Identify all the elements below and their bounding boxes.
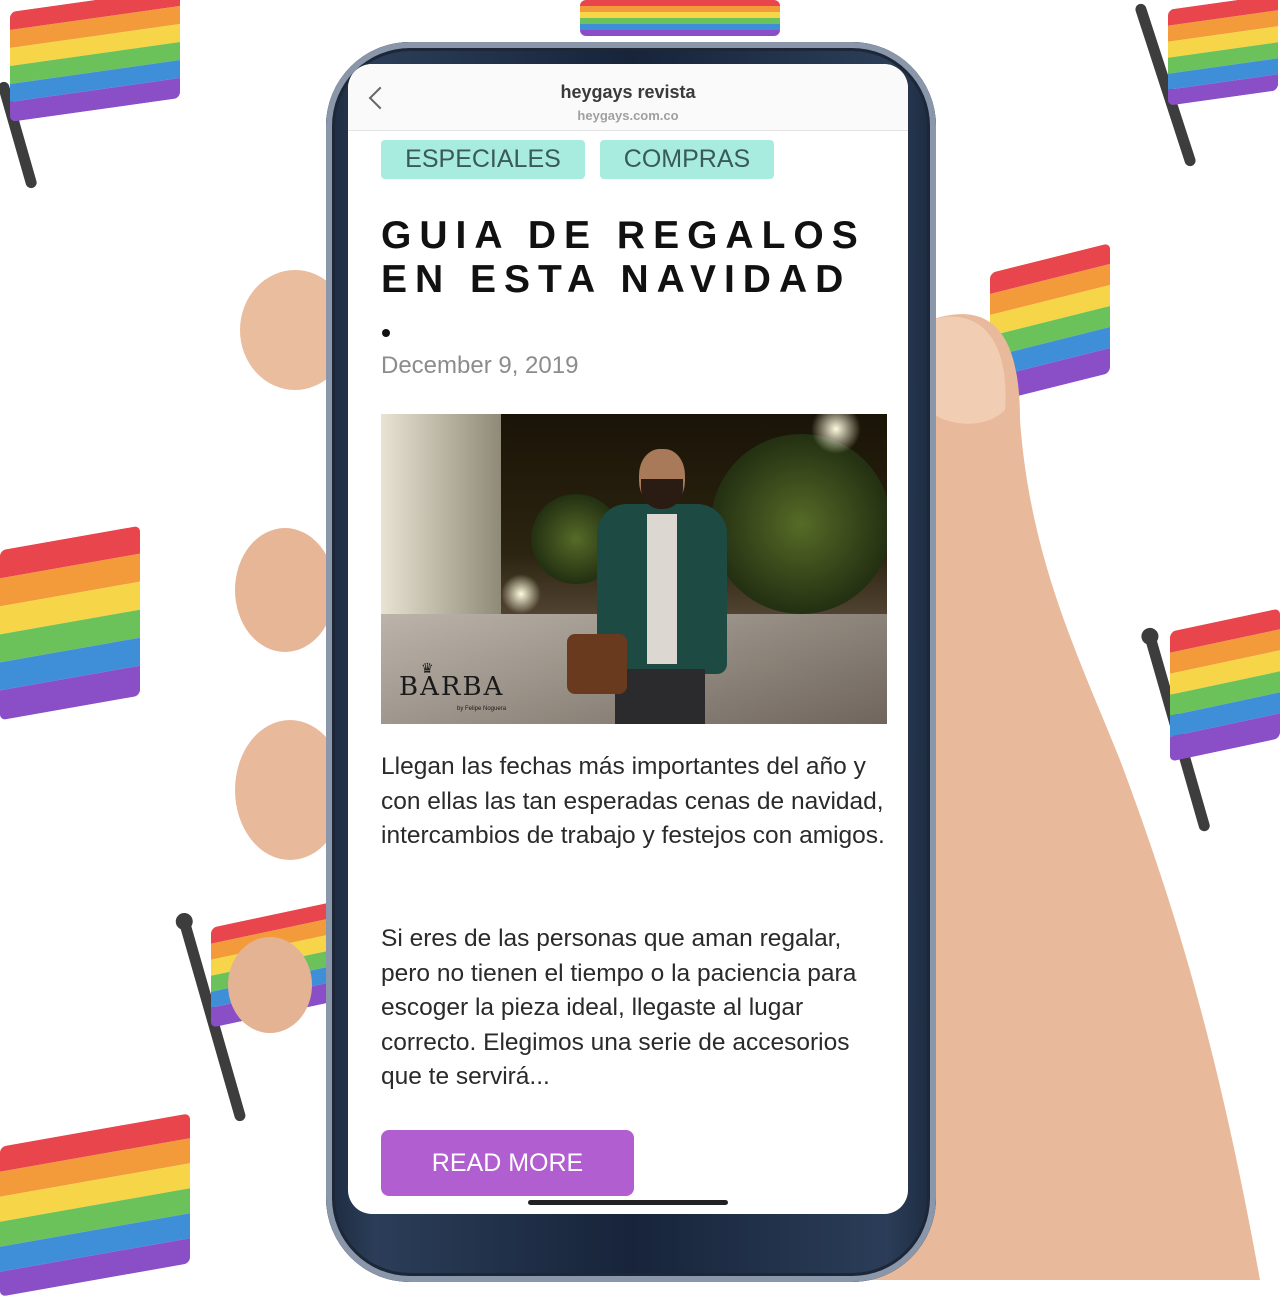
tag-especiales[interactable]: ESPECIALES [381,140,585,179]
photo-model [567,444,727,724]
tag-compras[interactable]: COMPRAS [600,140,774,179]
headline-line-2: EN ESTA NAVIDAD [381,258,852,301]
home-indicator[interactable] [528,1200,728,1205]
article-paragraph-1: Llegan las fechas más importantes del añ… [381,753,885,849]
site-title: heygays revista [560,82,696,102]
browser-url-bar: heygays revista heygays.com.co [348,64,908,131]
site-domain[interactable]: heygays.com.co [348,108,908,123]
barba-logo: BARBA [399,672,505,702]
article-image[interactable]: ♛ BARBA by Felipe Noguera [381,414,887,724]
photo-building [381,414,501,634]
barba-logo-subtext: by Felipe Noguera [457,706,507,712]
photo-tree [711,434,887,614]
article-headline[interactable]: GUIA DE REGALOS EN ESTA NAVIDAD [381,214,891,302]
phone-screen: heygays revista heygays.com.co ESPECIALE… [348,64,908,1214]
bullet-dot [382,329,390,337]
article-date: December 9, 2019 [381,352,579,379]
read-more-button[interactable]: READ MORE [381,1130,634,1196]
article-paragraph-2: Si eres de las personas que aman regalar… [381,925,857,1090]
headline-line-1: GUIA DE REGALOS [381,214,866,257]
photo-streetlight [501,574,541,614]
